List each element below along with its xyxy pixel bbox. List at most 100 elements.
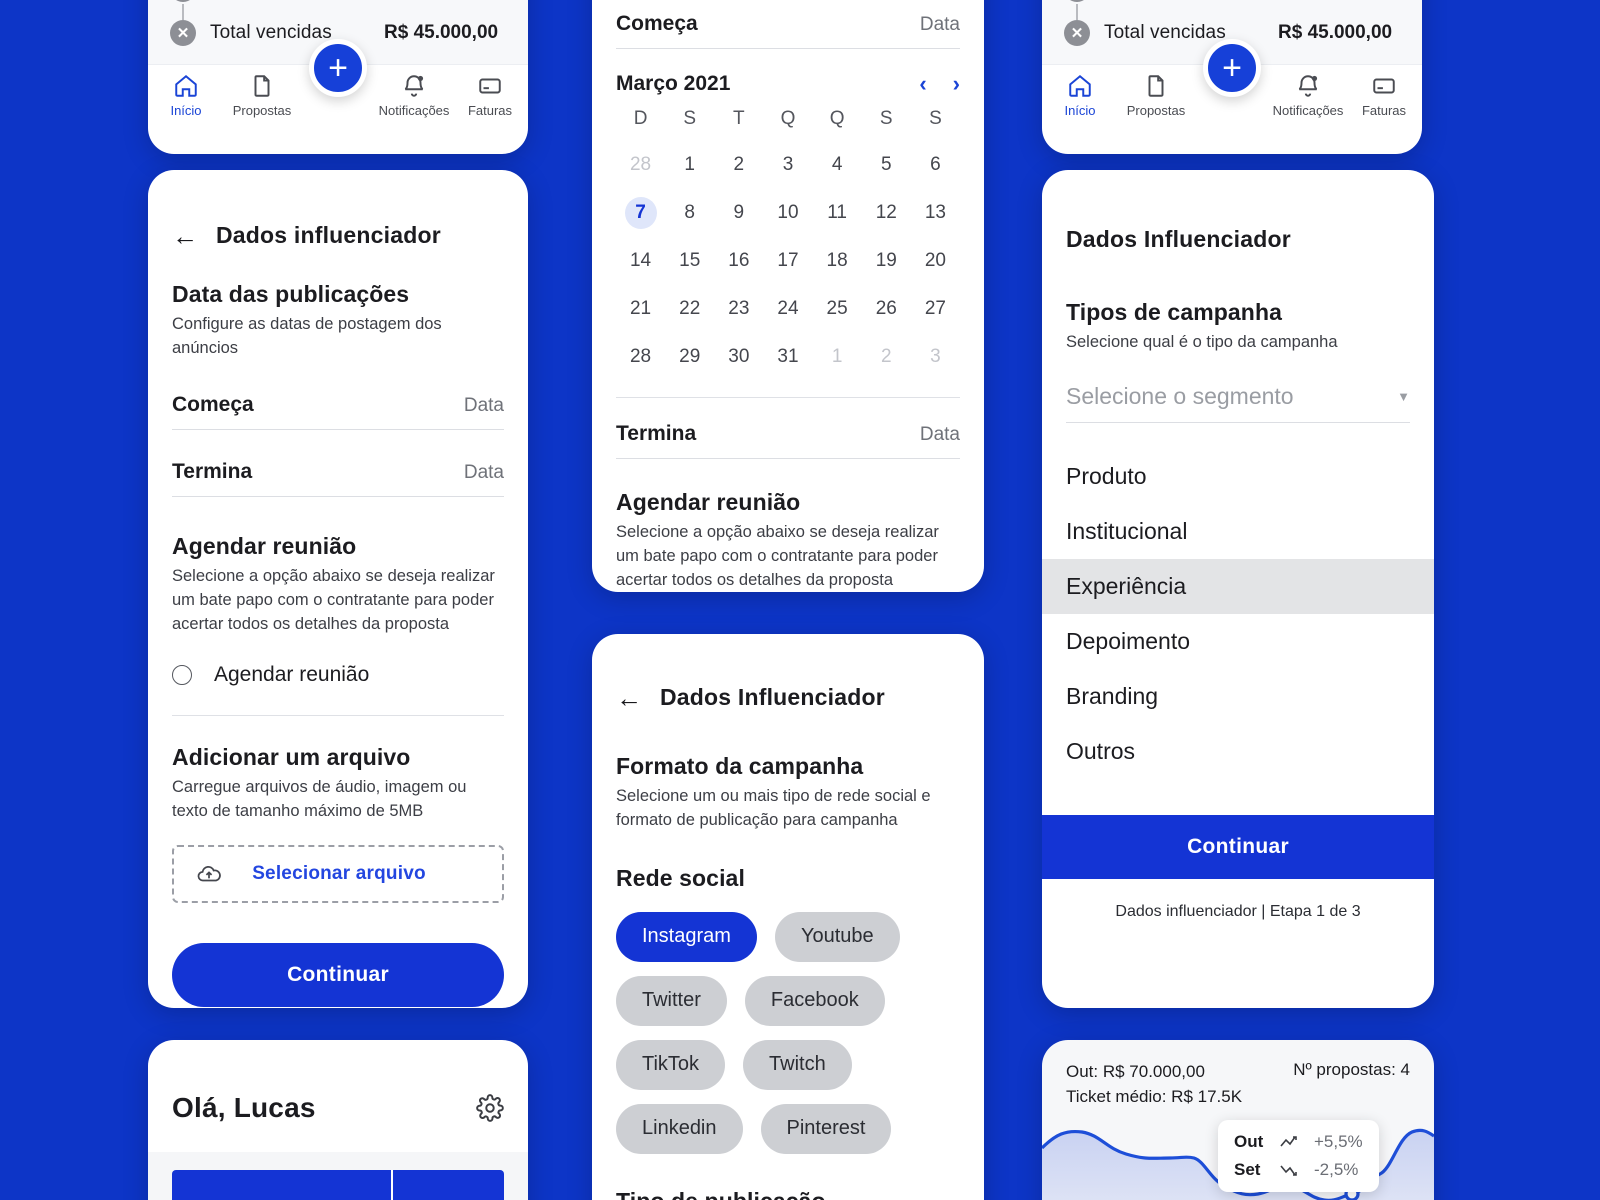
calendar-day[interactable]: 18: [813, 237, 862, 285]
chevron-down-icon[interactable]: ▼: [1397, 389, 1410, 404]
tooltip-label: Set: [1234, 1160, 1261, 1179]
calendar-day[interactable]: 2: [862, 333, 911, 381]
chip-linkedin[interactable]: Linkedin: [616, 1103, 743, 1154]
start-date-field[interactable]: Começa Data: [616, 12, 960, 49]
start-date-field[interactable]: Começa Data: [172, 393, 504, 430]
calendar-day[interactable]: 15: [665, 237, 714, 285]
chip-twitter[interactable]: Twitter: [616, 975, 727, 1026]
gear-icon[interactable]: [476, 1094, 504, 1122]
calendar-day[interactable]: 21: [616, 285, 665, 333]
chevron-right-icon[interactable]: ›: [953, 71, 960, 97]
chip-tiktok[interactable]: TikTok: [616, 1039, 726, 1090]
chevron-left-icon[interactable]: ‹: [919, 71, 926, 97]
calendar-day[interactable]: 11: [813, 189, 862, 237]
calendar-day[interactable]: 6: [911, 141, 960, 189]
calendar-day[interactable]: 31: [763, 333, 812, 381]
continue-button[interactable]: Continuar: [1042, 814, 1434, 879]
tab-label: Faturas: [467, 103, 513, 118]
calendar-day[interactable]: 1: [813, 333, 862, 381]
calendar-day[interactable]: 28: [616, 333, 665, 381]
calendar-day[interactable]: 4: [813, 141, 862, 189]
calendar-day[interactable]: 22: [665, 285, 714, 333]
calendar-day[interactable]: 13: [911, 189, 960, 237]
option-outros[interactable]: Outros: [1042, 724, 1434, 779]
calendar-day[interactable]: 2: [714, 141, 763, 189]
tab-label: Propostas: [232, 103, 292, 118]
calendar-day[interactable]: 29: [665, 333, 714, 381]
end-date-value: Data: [463, 461, 504, 483]
tab-notificacoes[interactable]: Notificações: [1270, 73, 1346, 118]
chip-pinterest[interactable]: Pinterest: [760, 1103, 892, 1154]
calendar-day[interactable]: 9: [714, 189, 763, 237]
calendar-day[interactable]: 26: [862, 285, 911, 333]
calendar-day[interactable]: 20: [911, 237, 960, 285]
continue-button[interactable]: Continuar: [172, 943, 504, 1008]
chip-facebook[interactable]: Facebook: [744, 975, 885, 1026]
end-date-field[interactable]: Termina Data: [616, 422, 960, 459]
close-circle-icon: ✕: [170, 20, 196, 46]
file-section-title: Adicionar um arquivo: [172, 743, 411, 770]
calendar-grid: D S T Q Q S S 28 1 2 3 4 5 6 7 8 9 10 11…: [616, 97, 960, 381]
option-depoimento[interactable]: Depoimento: [1042, 614, 1434, 669]
calendar-day[interactable]: 3: [763, 141, 812, 189]
segment-select[interactable]: Selecione o segmento ▼: [1066, 383, 1410, 423]
calendar-dow: T: [733, 108, 745, 129]
arrow-left-icon[interactable]: ←: [172, 223, 198, 249]
calendar-day[interactable]: 27: [911, 285, 960, 333]
calendar-day[interactable]: 28: [616, 141, 665, 189]
page-title: Dados Influenciador: [1066, 226, 1291, 252]
page-title: Dados influenciador: [216, 222, 441, 248]
tab-faturas[interactable]: Faturas: [1346, 73, 1422, 118]
option-experiencia[interactable]: Experiência: [1042, 558, 1434, 614]
calendar-day[interactable]: 16: [714, 237, 763, 285]
calendar-day[interactable]: 1: [665, 141, 714, 189]
radio-icon[interactable]: [172, 664, 192, 685]
tab-inicio[interactable]: Início: [148, 73, 224, 118]
start-date-value: Data: [919, 14, 960, 35]
calendar-day[interactable]: 3: [911, 333, 960, 381]
add-proposal-fab[interactable]: +: [1203, 39, 1261, 97]
meeting-radio-option[interactable]: Agendar reunião: [172, 663, 504, 687]
card-icon: [1373, 78, 1395, 94]
tab-label: Notificações: [378, 103, 450, 118]
segment-option-list: Produto Institucional Experiência Depoim…: [1042, 449, 1434, 779]
greeting-progress-bar: [172, 1170, 504, 1200]
end-date-label: Termina: [172, 459, 253, 483]
tooltip-value: -2,5%: [1314, 1160, 1359, 1179]
file-dropzone[interactable]: Selecionar arquivo: [172, 845, 504, 904]
calendar-day[interactable]: 14: [616, 237, 665, 285]
chip-twitch[interactable]: Twitch: [743, 1039, 852, 1090]
chip-instagram[interactable]: Instagram: [616, 911, 757, 962]
date-picker-card: Começa Data Março 2021 ‹ › D S T Q Q S S…: [592, 0, 984, 592]
option-produto[interactable]: Produto: [1042, 449, 1434, 504]
arrow-left-icon[interactable]: ←: [616, 685, 642, 711]
tab-propostas[interactable]: Propostas: [1118, 73, 1194, 118]
tab-faturas[interactable]: Faturas: [452, 73, 528, 118]
calendar-day[interactable]: 12: [862, 189, 911, 237]
calendar-day[interactable]: 23: [714, 285, 763, 333]
summary-row: ✓ Total pendentes R$ 5.000,00: [1064, 0, 1400, 4]
option-institucional[interactable]: Institucional: [1042, 504, 1434, 559]
add-proposal-fab[interactable]: +: [309, 39, 367, 97]
tab-label: Faturas: [1361, 103, 1407, 118]
calendar-day[interactable]: 25: [813, 285, 862, 333]
calendar-day[interactable]: 10: [763, 189, 812, 237]
calendar-day[interactable]: 24: [763, 285, 812, 333]
calendar-day[interactable]: 8: [665, 189, 714, 237]
tab-notificacoes[interactable]: Notificações: [376, 73, 452, 118]
tab-inicio[interactable]: Início: [1042, 73, 1118, 118]
chip-youtube[interactable]: Youtube: [774, 911, 900, 962]
calendar-day[interactable]: 5: [862, 141, 911, 189]
calendar-dow: S: [929, 108, 942, 129]
tab-propostas[interactable]: Propostas: [224, 73, 300, 118]
option-branding[interactable]: Branding: [1042, 669, 1434, 724]
summary-row: ✓ Total pendentes R$ 5.000,00: [170, 0, 506, 4]
calendar-day-selected[interactable]: 7: [616, 189, 665, 237]
select-file-label[interactable]: Selecionar arquivo: [198, 863, 480, 885]
calendar-day[interactable]: 30: [714, 333, 763, 381]
form-header: ← Dados influenciador: [172, 222, 504, 249]
tooltip-row-out: Out +5,5%: [1234, 1128, 1363, 1156]
calendar-day[interactable]: 17: [763, 237, 812, 285]
calendar-day[interactable]: 19: [862, 237, 911, 285]
end-date-field[interactable]: Termina Data: [172, 460, 504, 497]
